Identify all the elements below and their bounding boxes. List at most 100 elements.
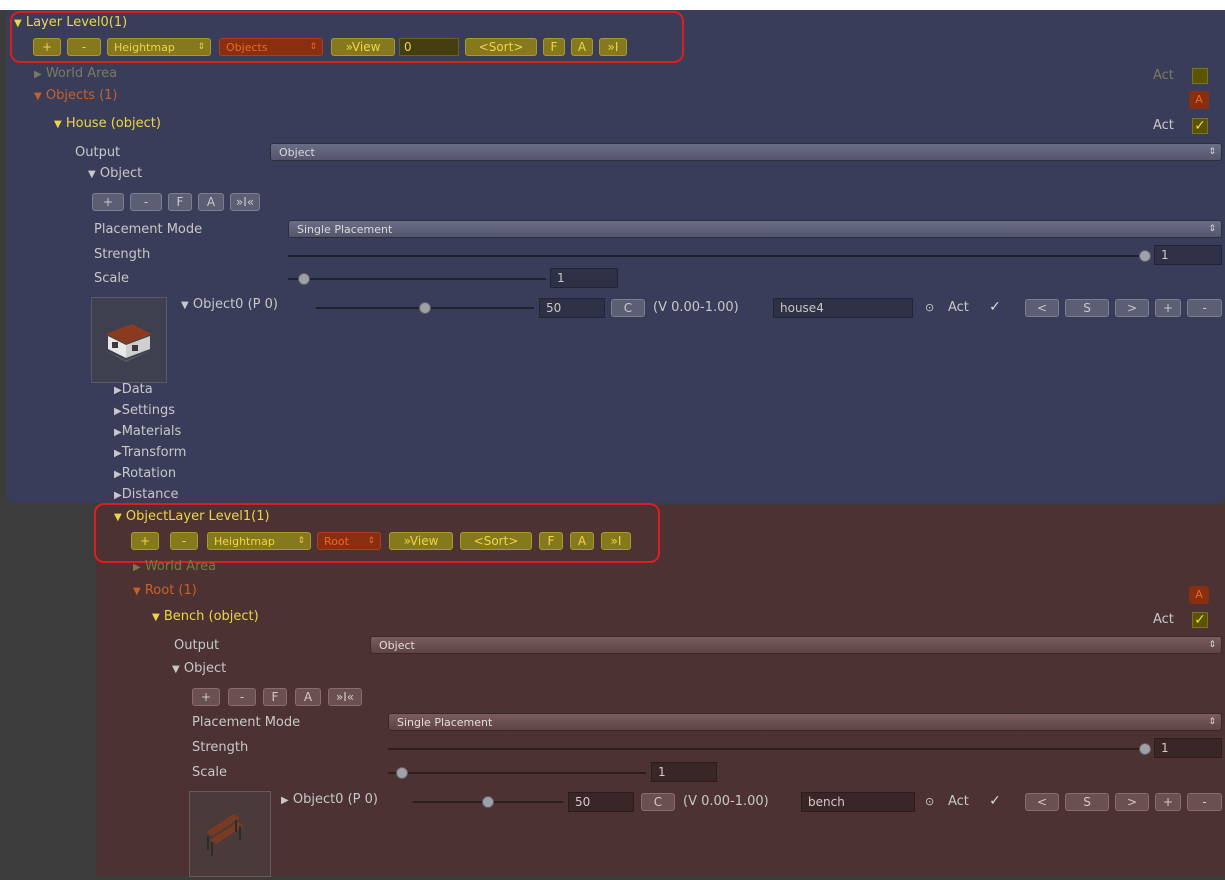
layer1-object-act-checkmark-icon[interactable]: ✓ [988,794,1002,808]
s-button[interactable]: S [1065,299,1109,317]
object-end-button[interactable]: »I« [230,193,260,211]
object-act-label: Act [948,300,969,315]
object0-value-field[interactable]: 50 [539,298,605,318]
placement-mode-popup[interactable]: Single Placement ⇕ [288,220,1222,238]
section-rotation[interactable]: ▶Rotation [114,466,176,483]
section-settings[interactable]: ▶Settings [114,403,175,420]
house-act-checkmark-icon[interactable]: ✓ [1192,118,1208,134]
layer0-a-button[interactable]: A [571,38,593,56]
output-popup[interactable]: Object ⇕ [270,143,1222,161]
layer1-c-button[interactable]: C [641,793,675,811]
layer1-heightmap-dropdown[interactable]: Heightmap ⇕ [207,532,311,550]
layer1-strength-field[interactable]: 1 [1154,738,1222,758]
layer1-output-popup[interactable]: Object ⇕ [370,636,1222,654]
radio-icon[interactable]: ⊙ [925,300,934,316]
layer0-add-button[interactable]: + [33,38,61,56]
scale-slider-track[interactable] [288,278,546,280]
layer1-object-remove-button[interactable]: - [228,688,256,706]
scale-label: Scale [94,271,129,286]
layer1-end-button[interactable]: »I [601,532,631,550]
strength-slider-thumb[interactable] [1139,250,1151,262]
layer1-world-area-row[interactable]: ▶ World Area [133,559,216,576]
layer1-header[interactable]: ▼ ObjectLayer Level1(1) [114,509,270,526]
layer1-object-a-button[interactable]: A [295,688,321,706]
layer0-objects-dropdown[interactable]: Objects ⇕ [219,38,323,56]
object0-row[interactable]: ▼ Object0 (P 0) [181,297,278,314]
layer1-object0-row[interactable]: ▶ Object0 (P 0) [281,792,378,809]
strength-field[interactable]: 1 [1154,245,1222,265]
layer1-object-row[interactable]: ▼ Object [172,661,226,678]
bench-act-checkmark-icon[interactable]: ✓ [1192,612,1208,628]
triangle-down-icon: ▼ [34,91,42,102]
layer1-object-f-button[interactable]: F [263,688,287,706]
bench-header-label: Bench (object) [163,609,259,624]
layer0-end-button[interactable]: »I [599,38,627,56]
layer0-sort-button[interactable]: <Sort> [465,38,537,56]
objects-row[interactable]: ▼ Objects (1) [34,88,118,105]
object-row[interactable]: ▼ Object [88,166,142,183]
strength-slider-track[interactable] [288,255,1146,257]
world-area-row[interactable]: ▶ World Area [34,66,117,83]
next-button[interactable]: > [1115,299,1149,317]
prev-button[interactable]: < [1025,299,1059,317]
object-remove-button[interactable]: - [130,193,162,211]
scale-slider-thumb[interactable] [298,273,310,285]
layer1-strength-slider-thumb[interactable] [1139,743,1151,755]
nav-remove-button[interactable]: - [1187,299,1222,317]
layer1-scale-field[interactable]: 1 [651,762,717,782]
section-transform[interactable]: ▶Transform [114,445,186,462]
layer1-strength-slider-track[interactable] [388,748,1146,750]
layer1-scale-slider-thumb[interactable] [396,767,408,779]
layer0-view-button[interactable]: »View [331,38,395,56]
section-label: Distance [121,487,179,502]
root-a-badge[interactable]: A [1189,586,1209,604]
house-thumbnail[interactable] [91,297,167,383]
layer1-sort-button[interactable]: <Sort> [460,532,532,550]
layer1-s-button[interactable]: S [1065,793,1109,811]
object-f-button[interactable]: F [168,193,192,211]
objects-a-badge[interactable]: A [1189,91,1209,109]
layer1-add-button[interactable]: + [131,532,159,550]
layer0-remove-button[interactable]: - [67,38,101,56]
layer1-object-name-field[interactable]: bench [801,792,915,812]
section-materials[interactable]: ▶Materials [114,424,181,441]
layer1-f-button[interactable]: F [539,532,563,550]
section-distance[interactable]: ▶Distance [114,487,179,504]
house-row[interactable]: ▼ House (object) [54,116,161,133]
layer0-heightmap-dropdown[interactable]: Heightmap ⇕ [107,38,211,56]
triangle-right-icon: ▶ [114,406,122,417]
output-value: Object [379,639,415,652]
scale-field[interactable]: 1 [550,268,618,288]
layer1-nav-add-button[interactable]: + [1155,793,1181,811]
layer1-object-add-button[interactable]: + [192,688,220,706]
layer0-f-button[interactable]: F [543,38,565,56]
layer1-root-dropdown[interactable]: Root ⇕ [317,532,381,550]
layer1-object-end-button[interactable]: »I« [328,688,362,706]
world-area-act-checkbox[interactable] [1192,68,1208,84]
layer1-remove-button[interactable]: - [170,532,198,550]
object-add-button[interactable]: + [92,193,124,211]
layer1-object0-slider-thumb[interactable] [482,796,494,808]
layer1-placement-mode-popup[interactable]: Single Placement ⇕ [388,713,1222,731]
c-button[interactable]: C [611,299,645,317]
bench-row[interactable]: ▼ Bench (object) [152,609,259,626]
layer1-a-button[interactable]: A [570,532,594,550]
layer0-value-field[interactable]: 0 [399,38,459,56]
object0-slider-thumb[interactable] [419,302,431,314]
root-row[interactable]: ▼ Root (1) [133,583,197,600]
nav-add-button[interactable]: + [1155,299,1181,317]
layer1-nav-remove-button[interactable]: - [1187,793,1222,811]
radio-icon[interactable]: ⊙ [925,794,934,810]
layer1-scale-slider-track[interactable] [388,772,646,774]
object-act-checkmark-icon[interactable]: ✓ [988,300,1002,314]
layer1-prev-button[interactable]: < [1025,793,1059,811]
layer1-next-button[interactable]: > [1115,793,1149,811]
output-value: Object [279,146,315,159]
layer0-header[interactable]: ▼ Layer Level0(1) [14,15,127,32]
section-data[interactable]: ▶Data [114,382,153,399]
layer1-object0-value-field[interactable]: 50 [568,792,634,812]
object-a-button[interactable]: A [198,193,224,211]
bench-thumbnail[interactable] [189,791,271,877]
layer1-view-button[interactable]: »View [389,532,453,550]
object-name-field[interactable]: house4 [773,298,913,318]
